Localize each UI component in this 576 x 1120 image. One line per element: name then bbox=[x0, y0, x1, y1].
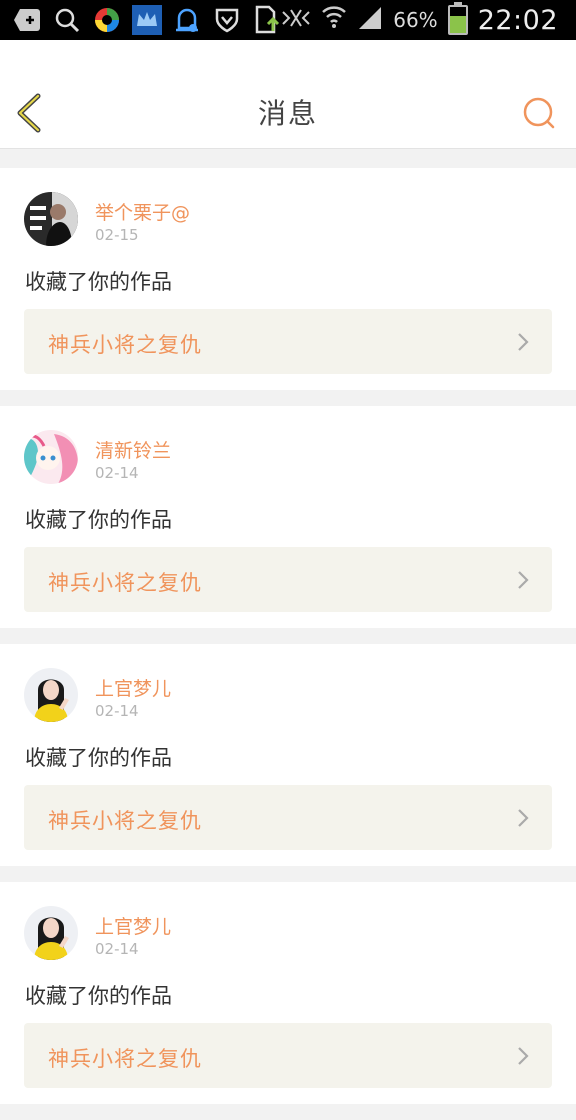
avatar[interactable] bbox=[24, 192, 78, 246]
status-indicators: 66% 22:02 bbox=[281, 0, 558, 40]
message-date: 02-14 bbox=[95, 702, 139, 720]
avatar[interactable] bbox=[24, 668, 78, 722]
message-card: 上官梦儿 02-14 收藏了你的作品 神兵小将之复仇 bbox=[0, 644, 576, 866]
chevron-right-icon bbox=[518, 333, 529, 351]
work-title: 神兵小将之复仇 bbox=[48, 333, 202, 357]
work-link[interactable]: 神兵小将之复仇 bbox=[24, 1023, 552, 1088]
message-card: 上官梦儿 02-14 收藏了你的作品 神兵小将之复仇 bbox=[0, 882, 576, 1104]
message-date: 02-15 bbox=[95, 226, 139, 244]
action-text: 收藏了你的作品 bbox=[25, 270, 172, 294]
action-text: 收藏了你的作品 bbox=[25, 508, 172, 532]
search-icon bbox=[523, 97, 555, 129]
page-title: 消息 bbox=[257, 97, 318, 130]
chevron-right-icon bbox=[518, 1047, 529, 1065]
work-title: 神兵小将之复仇 bbox=[48, 809, 202, 833]
message-card: 举个栗子@ 02-15 收藏了你的作品 神兵小将之复仇 bbox=[0, 168, 576, 390]
avatar[interactable] bbox=[24, 430, 78, 484]
message-card: 清新铃兰 02-14 收藏了你的作品 神兵小将之复仇 bbox=[0, 406, 576, 628]
silent-icon bbox=[281, 6, 311, 34]
avatar[interactable] bbox=[24, 906, 78, 960]
username[interactable]: 清新铃兰 bbox=[95, 436, 171, 463]
top-bar: 消息 bbox=[0, 40, 576, 149]
crown-app-icon bbox=[132, 5, 162, 35]
status-bar: 66% 22:02 bbox=[0, 0, 576, 40]
chevron-right-icon bbox=[518, 809, 529, 827]
qq-icon bbox=[172, 5, 202, 35]
message-list: 举个栗子@ 02-15 收藏了你的作品 神兵小将之复仇 清新铃兰 02-14 收… bbox=[0, 168, 576, 1120]
username[interactable]: 举个栗子@ bbox=[95, 198, 190, 225]
search-icon bbox=[52, 5, 82, 35]
signal-icon bbox=[357, 5, 383, 35]
work-title: 神兵小将之复仇 bbox=[48, 571, 202, 595]
shield-icon bbox=[212, 5, 242, 35]
search-button[interactable] bbox=[522, 96, 556, 130]
username[interactable]: 上官梦儿 bbox=[95, 674, 171, 701]
work-link[interactable]: 神兵小将之复仇 bbox=[24, 309, 552, 374]
action-text: 收藏了你的作品 bbox=[25, 984, 172, 1008]
work-title: 神兵小将之复仇 bbox=[48, 1047, 202, 1071]
clock: 22:02 bbox=[477, 4, 558, 36]
action-text: 收藏了你的作品 bbox=[25, 746, 172, 770]
chevron-right-icon bbox=[518, 571, 529, 589]
battery-icon bbox=[447, 2, 468, 35]
work-link[interactable]: 神兵小将之复仇 bbox=[24, 785, 552, 850]
download-icon bbox=[252, 5, 282, 35]
add-box-icon bbox=[12, 5, 42, 35]
username[interactable]: 上官梦儿 bbox=[95, 912, 171, 939]
battery-percent: 66% bbox=[393, 8, 438, 32]
message-date: 02-14 bbox=[95, 940, 139, 958]
notification-icons bbox=[12, 4, 282, 36]
message-date: 02-14 bbox=[95, 464, 139, 482]
wifi-icon bbox=[321, 4, 347, 36]
colorful-app-icon bbox=[92, 5, 122, 35]
work-link[interactable]: 神兵小将之复仇 bbox=[24, 547, 552, 612]
